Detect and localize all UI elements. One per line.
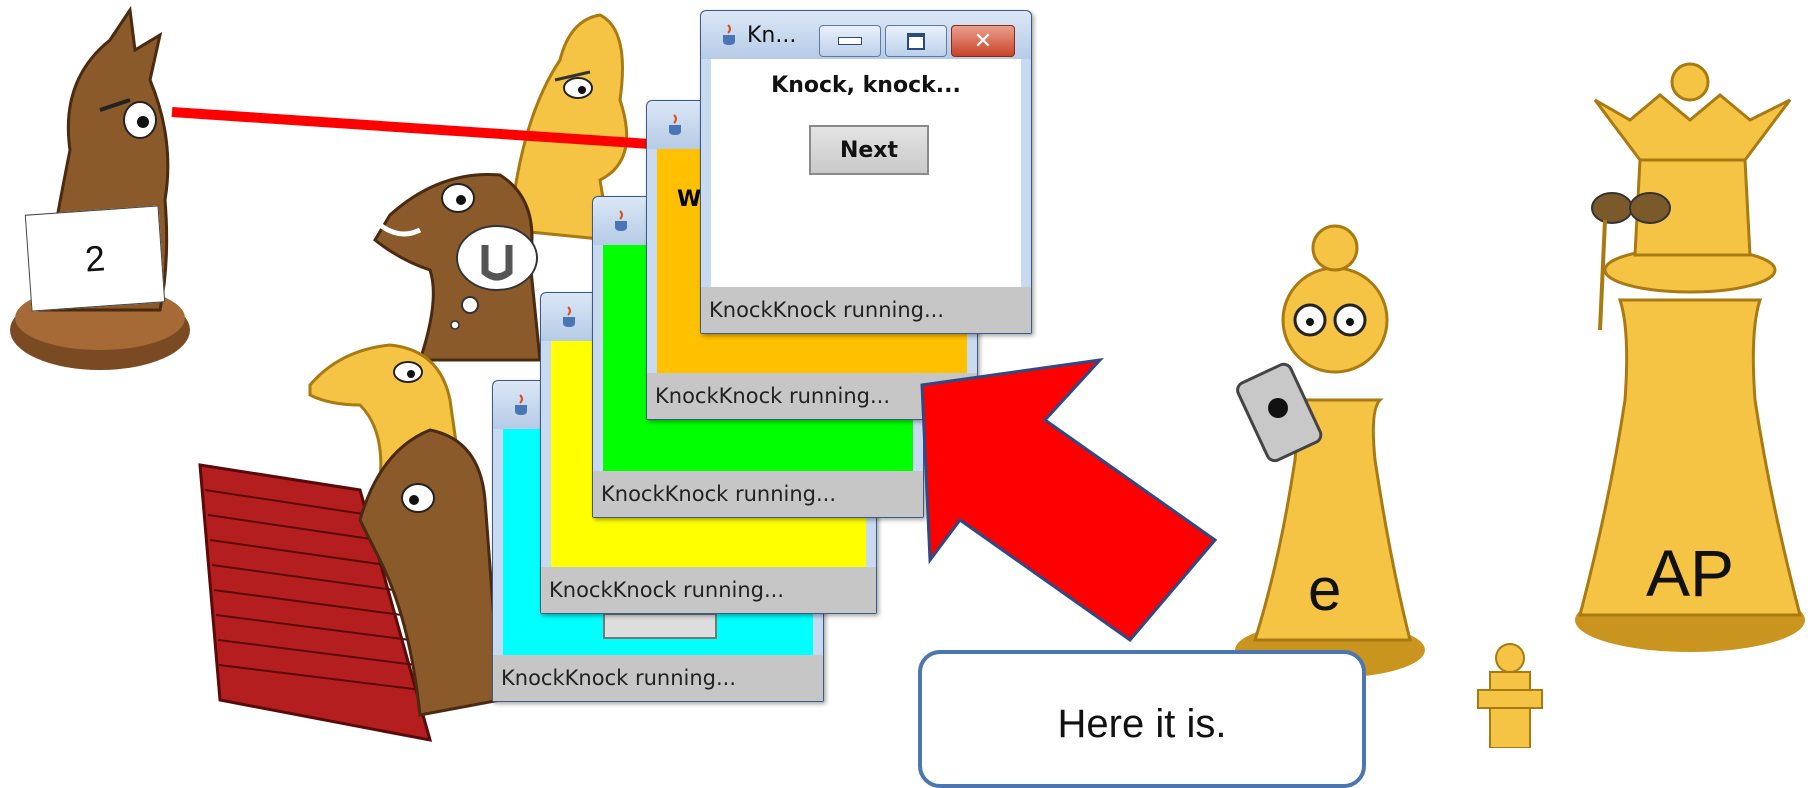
status-bar: KnockKnock running... — [701, 287, 1031, 333]
knight-thinking-illustration — [373, 173, 542, 362]
java-cup-icon — [615, 210, 627, 231]
knight-with-sign-illustration — [10, 5, 190, 370]
status-bar: KnockKnock running... — [593, 471, 923, 517]
small-piece-illustration — [1477, 643, 1543, 748]
knight-sign-text: 2 — [83, 236, 107, 280]
window-title: Kn... — [747, 23, 797, 48]
knockknock-window-front[interactable]: Kn... ✕ Knock, knock... Next KnockKnock … — [700, 10, 1032, 334]
minimize-button[interactable] — [819, 25, 881, 57]
status-bar: KnockKnock running... — [647, 373, 977, 419]
maximize-icon — [907, 32, 925, 50]
window-content: Knock, knock... Next — [711, 59, 1021, 323]
knight-sign: 2 — [24, 205, 166, 312]
java-cup-icon — [515, 394, 527, 415]
java-cup-icon — [563, 306, 575, 327]
close-button[interactable]: ✕ — [951, 25, 1015, 57]
pawn-letter: e — [1308, 556, 1342, 623]
java-cup-icon — [723, 24, 735, 45]
hidden-button[interactable] — [603, 613, 717, 639]
maximize-button[interactable] — [885, 25, 947, 57]
java-cup-icon — [669, 114, 681, 135]
speech-text: Here it is. — [1057, 702, 1227, 746]
knock-message: Knock, knock... — [771, 73, 961, 98]
close-icon: ✕ — [973, 28, 993, 54]
window-titlebar[interactable]: Kn... ✕ — [701, 11, 1031, 59]
speech-box: Here it is. — [918, 650, 1366, 788]
status-bar: KnockKnock running... — [493, 655, 823, 701]
minimize-icon — [838, 37, 862, 45]
status-bar: KnockKnock running... — [541, 567, 876, 613]
window-message: W — [677, 187, 702, 212]
next-button[interactable]: Next — [809, 125, 929, 175]
queen-letters: AP — [1646, 536, 1735, 610]
